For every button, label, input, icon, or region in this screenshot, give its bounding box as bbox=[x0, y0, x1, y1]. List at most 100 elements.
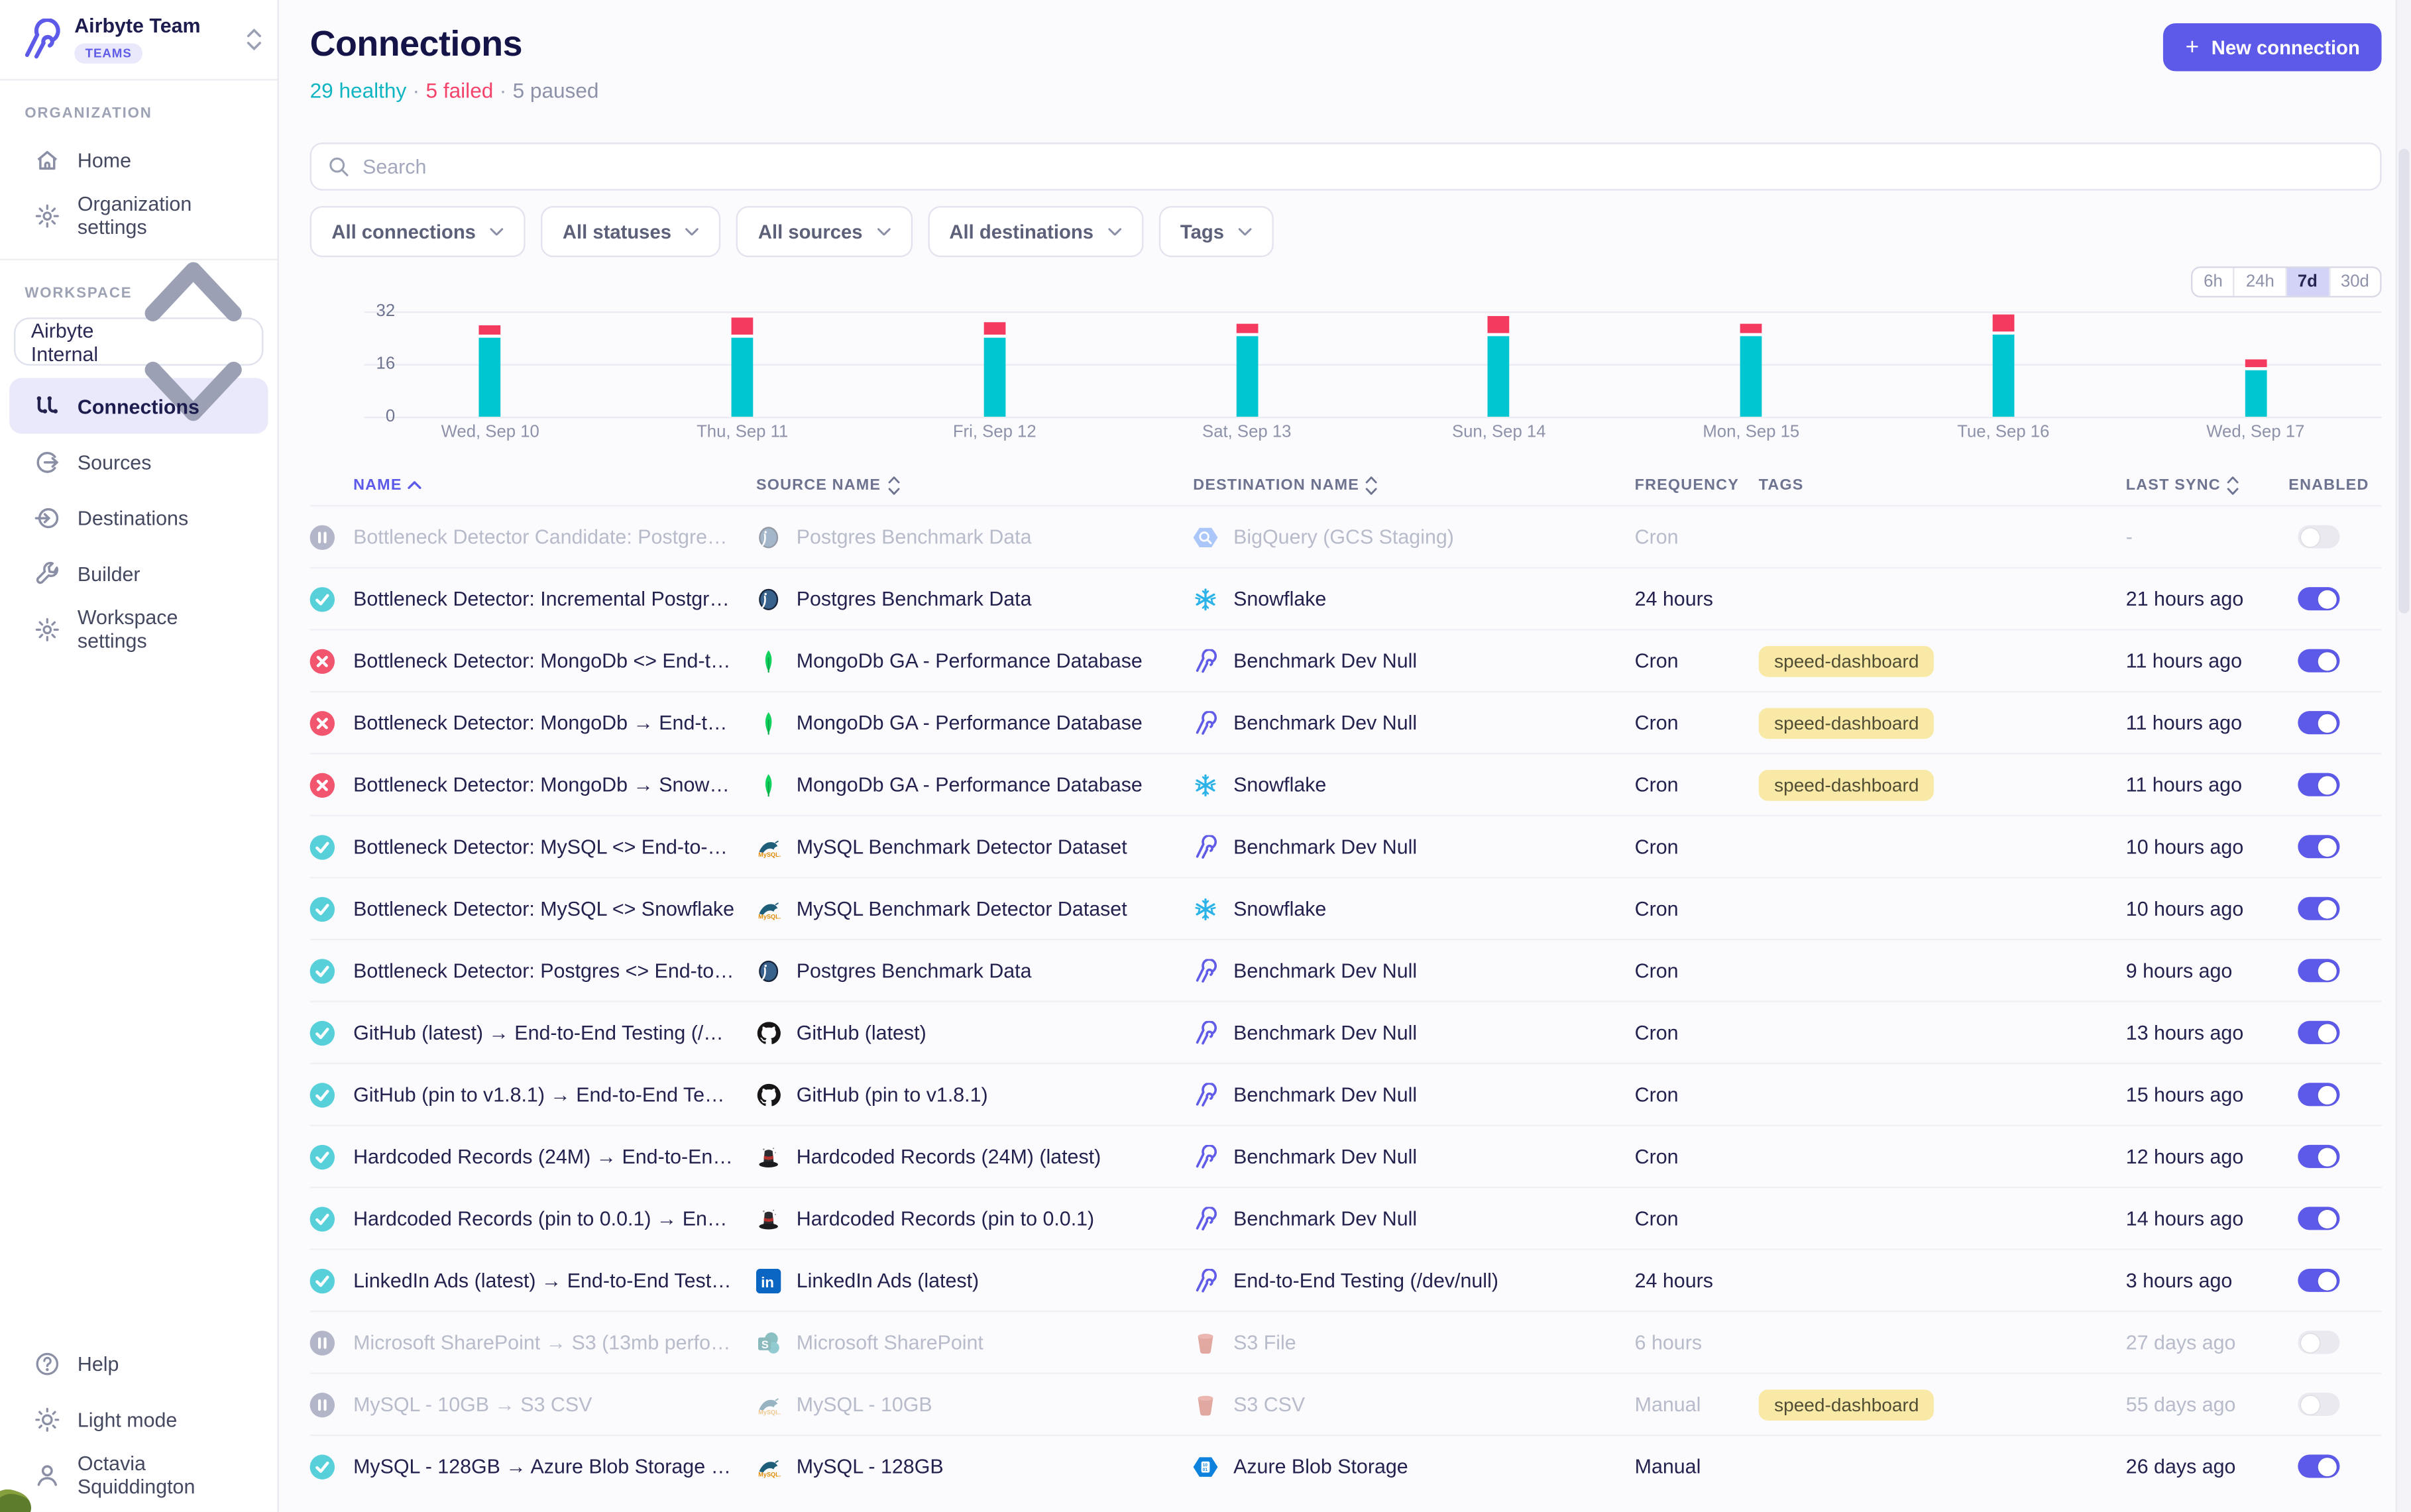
chart-bar-tue-sep-16[interactable] bbox=[1878, 311, 2130, 417]
column-header-name[interactable]: NAME bbox=[353, 476, 756, 494]
connection-name[interactable]: LinkedIn Ads (latest) → End-to-End Testi… bbox=[353, 1269, 756, 1292]
chart-bar-mon-sep-15[interactable] bbox=[1625, 311, 1878, 417]
connection-name[interactable]: MySQL - 10GB → S3 CSV bbox=[353, 1393, 756, 1416]
enabled-toggle[interactable] bbox=[2298, 835, 2339, 858]
column-header-last-sync[interactable]: LAST SYNC bbox=[2126, 475, 2288, 495]
tag-badge[interactable]: speed-dashboard bbox=[1759, 1389, 1934, 1420]
search-input[interactable] bbox=[363, 155, 2365, 178]
destination-cell[interactable]: Benchmark Dev Null bbox=[1193, 1206, 1634, 1230]
filter-dropdown-all-destinations[interactable]: All destinations bbox=[928, 206, 1143, 257]
column-header-tags[interactable]: TAGS bbox=[1759, 476, 2126, 494]
enabled-toggle[interactable] bbox=[2298, 1393, 2339, 1416]
time-range-24h[interactable]: 24h bbox=[2235, 268, 2286, 296]
connection-name[interactable]: Microsoft SharePoint → S3 (13mb performa… bbox=[353, 1330, 756, 1354]
connection-name[interactable]: Bottleneck Detector: MySQL <> End-to-End… bbox=[353, 835, 756, 858]
time-range-7d[interactable]: 7d bbox=[2286, 268, 2329, 296]
destination-cell[interactable]: Benchmark Dev Null bbox=[1193, 834, 1634, 859]
connection-name[interactable]: Bottleneck Detector: Postgres <> End-to-… bbox=[353, 959, 756, 982]
destination-cell[interactable]: Benchmark Dev Null bbox=[1193, 1144, 1634, 1169]
sidebar-item-sources[interactable]: Sources bbox=[9, 434, 268, 490]
source-cell[interactable]: S Microsoft SharePoint bbox=[756, 1330, 1193, 1354]
sidebar-item-destinations[interactable]: Destinations bbox=[9, 490, 268, 545]
org-switcher[interactable]: Airbyte Team TEAMS bbox=[0, 0, 278, 81]
enabled-toggle[interactable] bbox=[2298, 1207, 2339, 1230]
filter-dropdown-all-statuses[interactable]: All statuses bbox=[541, 206, 721, 257]
connection-name[interactable]: Hardcoded Records (pin to 0.0.1) → End-t… bbox=[353, 1207, 756, 1230]
connection-name[interactable]: Bottleneck Detector Candidate: Postgres … bbox=[353, 525, 756, 549]
destination-cell[interactable]: Snowflake bbox=[1193, 896, 1634, 921]
source-cell[interactable]: GitHub (pin to v1.8.1) bbox=[756, 1082, 1193, 1107]
source-cell[interactable]: Hardcoded Records (24M) (latest) bbox=[756, 1144, 1193, 1169]
chart-bar-wed-sep-17[interactable] bbox=[2129, 311, 2382, 417]
enabled-toggle[interactable] bbox=[2298, 649, 2339, 673]
column-header-source-name[interactable]: SOURCE NAME bbox=[756, 475, 1193, 495]
sidebar-item-home[interactable]: Home bbox=[9, 132, 268, 188]
chart-bar-sat-sep-13[interactable] bbox=[1121, 311, 1373, 417]
scrollbar-thumb[interactable] bbox=[2398, 148, 2408, 613]
sidebar-footer-help[interactable]: Help bbox=[9, 1335, 268, 1391]
new-connection-button[interactable]: + New connection bbox=[2164, 23, 2382, 71]
scrollbar[interactable] bbox=[2396, 0, 2411, 1512]
enabled-toggle[interactable] bbox=[2298, 711, 2339, 734]
source-cell[interactable]: Postgres Benchmark Data bbox=[756, 524, 1193, 549]
chart-bar-wed-sep-10[interactable] bbox=[364, 311, 616, 417]
enabled-toggle[interactable] bbox=[2298, 959, 2339, 982]
source-cell[interactable]: GitHub (latest) bbox=[756, 1020, 1193, 1045]
destination-cell[interactable]: Benchmark Dev Null bbox=[1193, 1082, 1634, 1107]
enabled-toggle[interactable] bbox=[2298, 1145, 2339, 1168]
filter-dropdown-tags[interactable]: Tags bbox=[1158, 206, 1274, 257]
destination-cell[interactable]: Benchmark Dev Null bbox=[1193, 1020, 1634, 1045]
enabled-toggle[interactable] bbox=[2298, 773, 2339, 796]
destination-cell[interactable]: Benchmark Dev Null bbox=[1193, 648, 1634, 673]
connection-name[interactable]: Bottleneck Detector: Incremental Postgre… bbox=[353, 587, 756, 610]
destination-cell[interactable]: Snowflake bbox=[1193, 773, 1634, 797]
chart-bar-sun-sep-14[interactable] bbox=[1373, 311, 1626, 417]
sidebar-item-organization-settings[interactable]: Organization settings bbox=[9, 188, 268, 243]
sidebar-footer-octavia-squiddington[interactable]: Octavia Squiddington bbox=[9, 1447, 268, 1503]
enabled-toggle[interactable] bbox=[2298, 1454, 2339, 1478]
sidebar-item-builder[interactable]: Builder bbox=[9, 545, 268, 601]
destination-cell[interactable]: BigQuery (GCS Staging) bbox=[1193, 524, 1634, 549]
enabled-toggle[interactable] bbox=[2298, 1083, 2339, 1106]
enabled-toggle[interactable] bbox=[2298, 1021, 2339, 1044]
source-cell[interactable]: Postgres Benchmark Data bbox=[756, 958, 1193, 983]
destination-cell[interactable]: Benchmark Dev Null bbox=[1193, 710, 1634, 735]
enabled-toggle[interactable] bbox=[2298, 1330, 2339, 1354]
connection-name[interactable]: Bottleneck Detector: MongoDb → Snowflake bbox=[353, 773, 756, 796]
connection-name[interactable]: Bottleneck Detector: MySQL <> Snowflake bbox=[353, 897, 756, 920]
enabled-toggle[interactable] bbox=[2298, 897, 2339, 920]
column-header-destination-name[interactable]: DESTINATION NAME bbox=[1193, 475, 1634, 495]
source-cell[interactable]: MySQL. MySQL - 10GB bbox=[756, 1392, 1193, 1417]
destination-cell[interactable]: 1001 Azure Blob Storage bbox=[1193, 1454, 1634, 1478]
destination-cell[interactable]: S3 CSV bbox=[1193, 1392, 1634, 1417]
column-header-frequency[interactable]: FREQUENCY bbox=[1635, 476, 1759, 494]
enabled-toggle[interactable] bbox=[2298, 1269, 2339, 1292]
source-cell[interactable]: MySQL. MySQL - 128GB bbox=[756, 1454, 1193, 1478]
time-range-30d[interactable]: 30d bbox=[2330, 268, 2381, 296]
source-cell[interactable]: MongoDb GA - Performance Database bbox=[756, 710, 1193, 735]
sidebar-footer-light-mode[interactable]: Light mode bbox=[9, 1391, 268, 1447]
connection-name[interactable]: Bottleneck Detector: MongoDb → End-to-En… bbox=[353, 711, 756, 734]
connection-name[interactable]: Hardcoded Records (24M) → End-to-End Te.… bbox=[353, 1145, 756, 1168]
source-cell[interactable]: Postgres Benchmark Data bbox=[756, 586, 1193, 611]
source-cell[interactable]: MySQL. MySQL Benchmark Detector Dataset bbox=[756, 896, 1193, 921]
filter-dropdown-all-connections[interactable]: All connections bbox=[310, 206, 526, 257]
source-cell[interactable]: MongoDb GA - Performance Database bbox=[756, 773, 1193, 797]
source-cell[interactable]: in LinkedIn Ads (latest) bbox=[756, 1268, 1193, 1293]
sidebar-item-workspace-settings[interactable]: Workspace settings bbox=[9, 601, 268, 657]
connection-name[interactable]: GitHub (pin to v1.8.1) → End-to-End Test… bbox=[353, 1083, 756, 1106]
source-cell[interactable]: Hardcoded Records (pin to 0.0.1) bbox=[756, 1206, 1193, 1230]
destination-cell[interactable]: Benchmark Dev Null bbox=[1193, 958, 1634, 983]
connection-name[interactable]: GitHub (latest) → End-to-End Testing (/d… bbox=[353, 1021, 756, 1044]
chart-bar-fri-sep-12[interactable] bbox=[868, 311, 1121, 417]
time-range-6h[interactable]: 6h bbox=[2193, 268, 2235, 296]
tag-badge[interactable]: speed-dashboard bbox=[1759, 707, 1934, 738]
destination-cell[interactable]: Snowflake bbox=[1193, 586, 1634, 611]
tag-badge[interactable]: speed-dashboard bbox=[1759, 645, 1934, 676]
chart-bar-thu-sep-11[interactable] bbox=[616, 311, 869, 417]
workspace-selector[interactable]: Airbyte Internal bbox=[14, 317, 263, 365]
enabled-toggle[interactable] bbox=[2298, 525, 2339, 549]
enabled-toggle[interactable] bbox=[2298, 587, 2339, 610]
source-cell[interactable]: MySQL. MySQL Benchmark Detector Dataset bbox=[756, 834, 1193, 859]
destination-cell[interactable]: End-to-End Testing (/dev/null) bbox=[1193, 1268, 1634, 1293]
